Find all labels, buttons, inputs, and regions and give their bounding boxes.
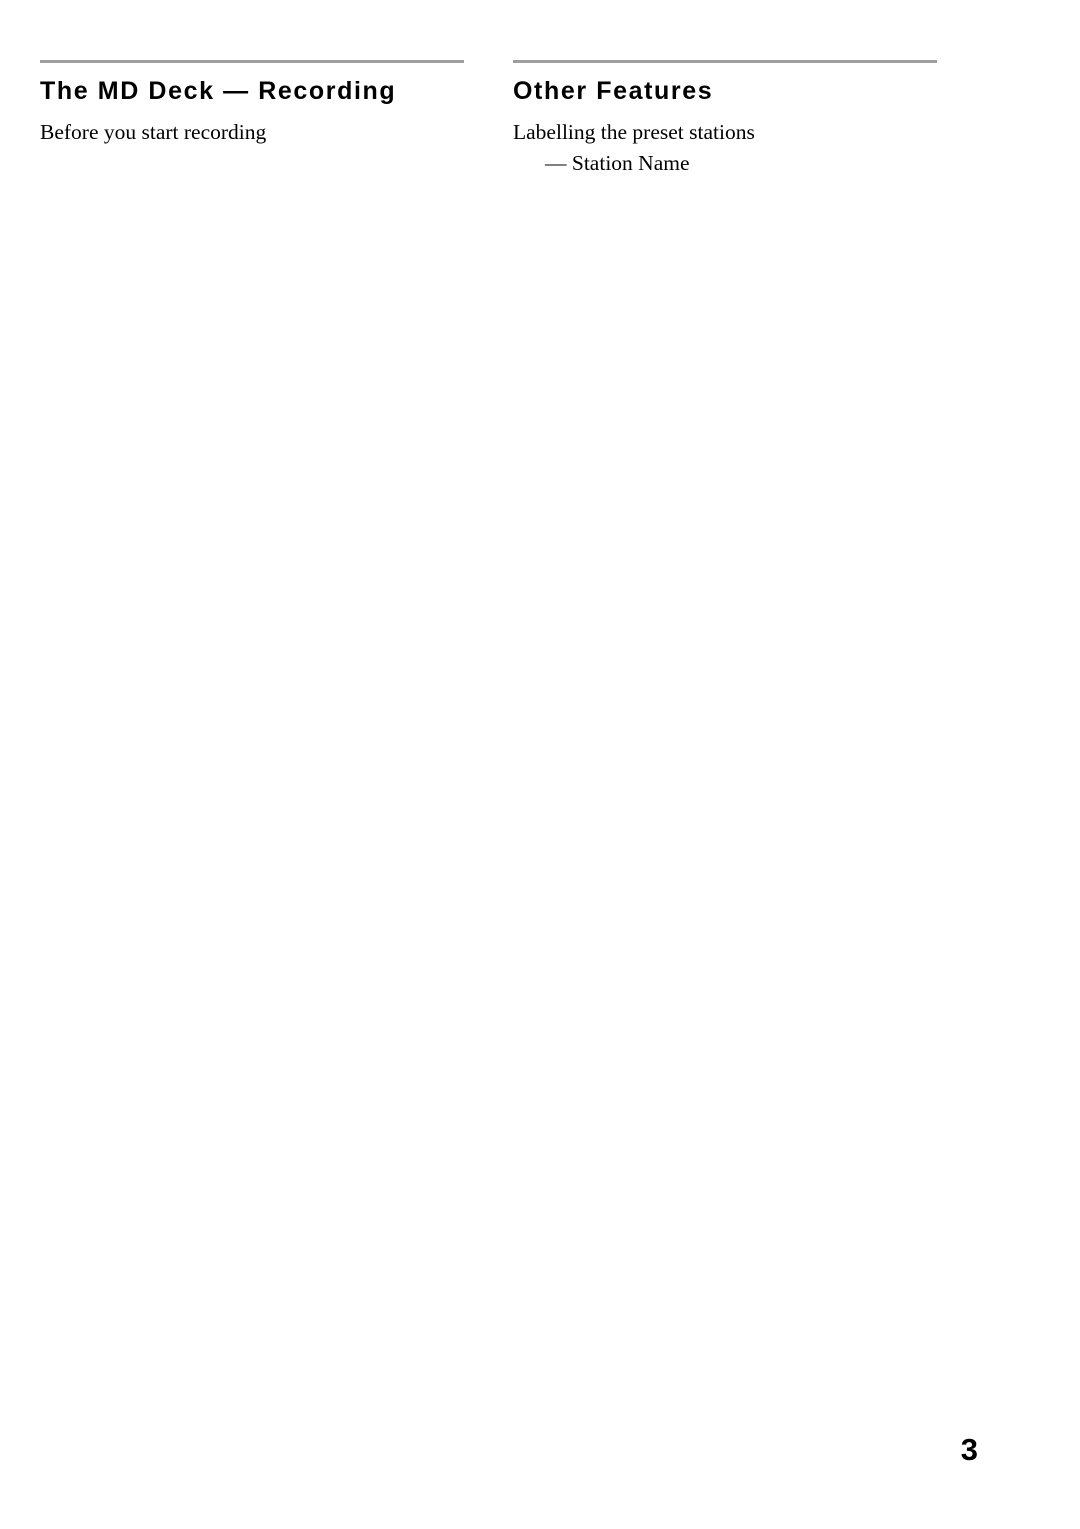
section-divider-rule [40,60,464,63]
toc-entry-list: Labelling the preset stations — Station N… [513,117,1080,1529]
toc-entry-list: Before you start recording25Recording yo… [40,117,1080,1529]
toc-entry-label: Labelling the preset stations [513,120,755,144]
right-column: Other Features Labelling the preset stati… [513,60,1080,1529]
toc-entry-page-number: 46 [691,147,1080,1529]
toc-page: The MD Deck — Recording Before you start … [0,0,1080,1529]
toc-entry[interactable]: Labelling the preset stations [513,117,937,148]
toc-entry-label: — Station Name [545,150,690,175]
toc-section: The MD Deck — Recording Before you start … [40,60,1080,1529]
left-column: The MD Deck — Recording Before you start … [40,60,1080,1529]
toc-entry-label: Before you start recording [40,120,267,144]
toc-entry[interactable]: — Station Name46 [513,147,1080,1529]
page-number: 3 [960,1432,978,1467]
section-title: The MD Deck — Recording [40,77,397,105]
section-title: Other Features [513,77,714,105]
toc-section: Other Features Labelling the preset stati… [513,60,1080,1529]
section-divider-rule [513,60,937,63]
toc-entry[interactable]: Before you start recording25 [40,117,1080,1529]
